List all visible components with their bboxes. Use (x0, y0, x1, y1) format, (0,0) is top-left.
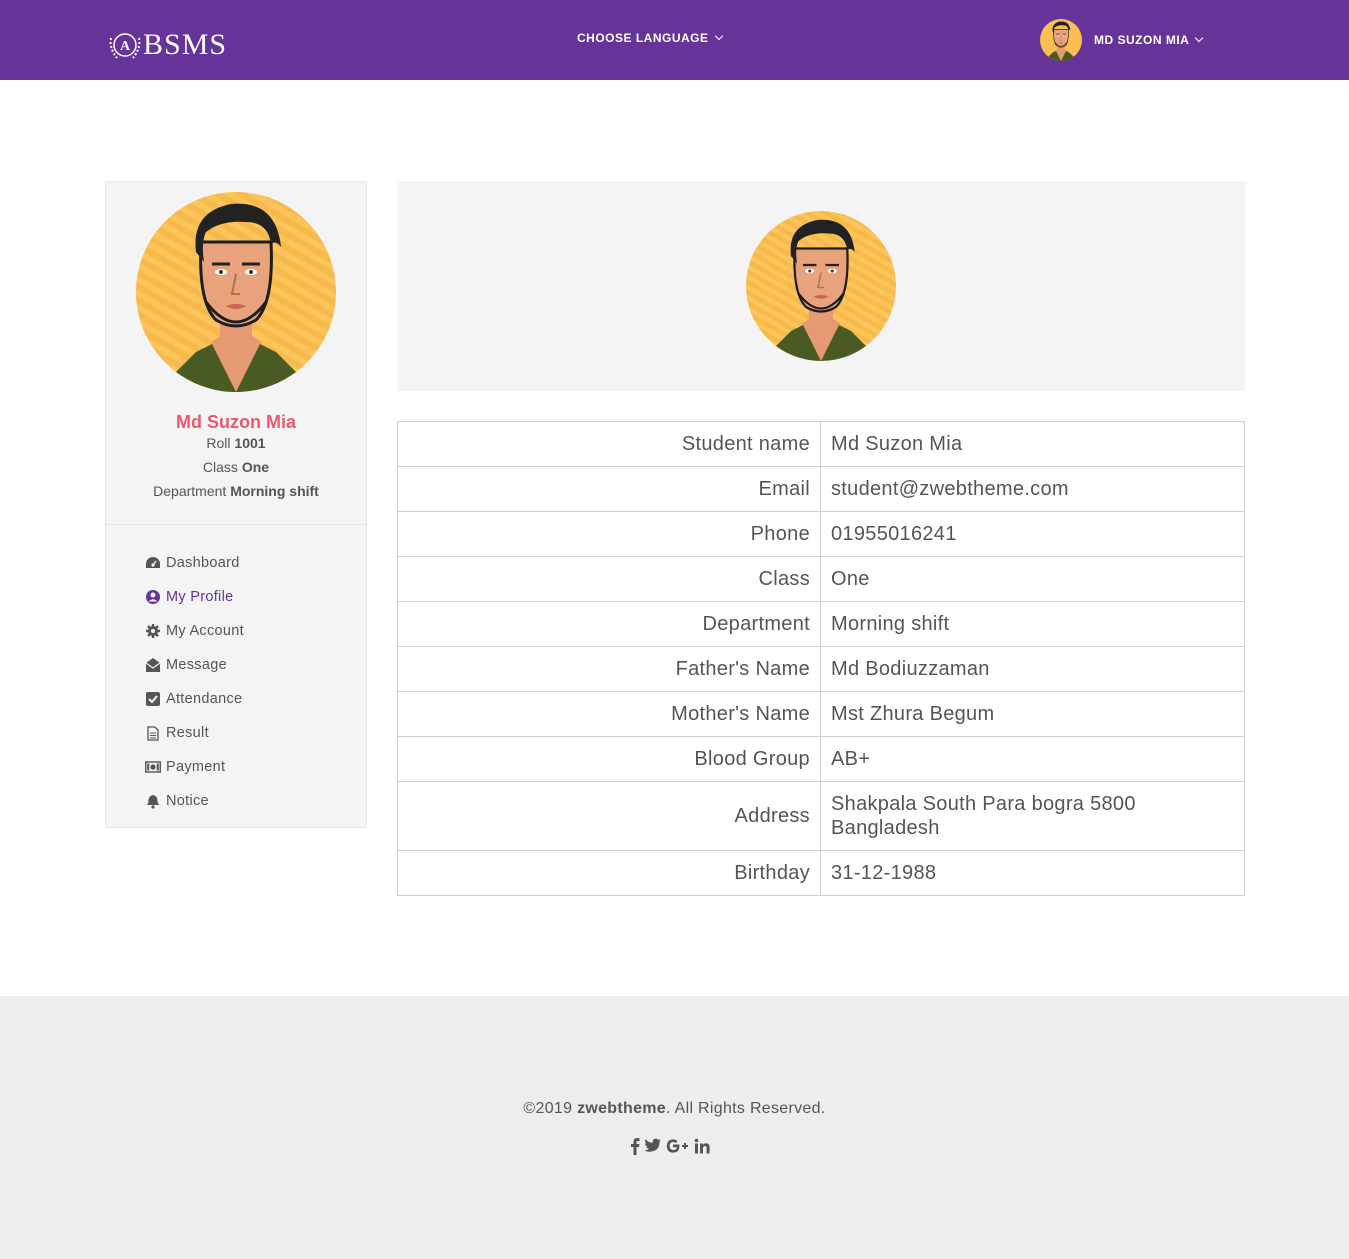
google-plus-icon[interactable] (666, 1136, 690, 1156)
field-label: Mother's Name (397, 691, 821, 737)
svg-text:A: A (120, 39, 131, 54)
field-label: Student name (397, 421, 821, 467)
sidebar-item-dashboard[interactable]: Dashboard (145, 546, 244, 580)
field-label: Birthday (397, 850, 821, 896)
field-value: Morning shift (820, 601, 1245, 647)
field-label: Father's Name (397, 646, 821, 692)
student-name: Md Suzon Mia (176, 412, 296, 432)
user-circle-icon (145, 589, 161, 605)
sidebar-avatar (136, 192, 336, 392)
avatar (1040, 19, 1082, 61)
profile-cover (397, 181, 1245, 391)
sidebar-item-payment[interactable]: Payment (145, 750, 244, 784)
logo-laurel-icon: A (107, 28, 143, 62)
field-value: One (820, 556, 1245, 602)
gear-icon (145, 623, 161, 639)
student-info-table: Student name Md Suzon Mia Email student@… (397, 421, 1245, 896)
sidebar-item-result[interactable]: Result (145, 716, 244, 750)
bell-icon (145, 793, 161, 809)
site-logo[interactable]: A BSMS (107, 28, 227, 62)
department-info: Department Morning shift (153, 483, 319, 499)
table-row: Address Shakpala South Para bogra 5800 B… (397, 781, 1245, 851)
money-icon (145, 759, 161, 775)
field-value: AB+ (820, 736, 1245, 782)
table-row: Mother's Name Mst Zhura Begum (397, 691, 1245, 737)
field-label: Address (397, 781, 821, 851)
table-row: Email student@zwebtheme.com (397, 466, 1245, 512)
field-value: 01955016241 (820, 511, 1245, 557)
table-row: Department Morning shift (397, 601, 1245, 647)
field-label: Phone (397, 511, 821, 557)
file-text-icon (145, 725, 161, 741)
sidebar-item-notice[interactable]: Notice (145, 784, 244, 818)
field-value: Md Suzon Mia (820, 421, 1245, 467)
table-row: Blood Group AB+ (397, 736, 1245, 782)
sidebar-item-message[interactable]: Message (145, 648, 244, 682)
profile-sidebar: Md Suzon Mia Roll 1001 Class One Departm… (105, 181, 367, 828)
table-row: Birthday 31-12-1988 (397, 850, 1245, 896)
chevron-down-icon (1195, 33, 1204, 43)
profile-avatar (746, 211, 896, 361)
field-label: Department (397, 601, 821, 647)
table-row: Class One (397, 556, 1245, 602)
field-value: 31-12-1988 (820, 850, 1245, 896)
envelope-open-icon (145, 657, 161, 673)
dashboard-icon (145, 555, 161, 571)
field-value: Md Bodiuzzaman (820, 646, 1245, 692)
page-footer: ©2019 zwebtheme. All Rights Reserved. (0, 996, 1349, 1259)
top-navbar: A BSMS CHOOSE LANGUAGE MD SUZON MIA (0, 0, 1349, 80)
sidebar-item-attendance[interactable]: Attendance (145, 682, 244, 716)
logo-text: BSMS (143, 28, 228, 61)
facebook-icon[interactable] (630, 1136, 640, 1156)
class-info: Class One (202, 459, 270, 475)
sidebar-item-my-account[interactable]: My Account (145, 614, 244, 648)
field-value: Mst Zhura Begum (820, 691, 1245, 737)
footer-brand-link[interactable]: zwebtheme (577, 1100, 666, 1117)
user-menu-dropdown[interactable]: MD SUZON MIA (1040, 19, 1204, 61)
field-label: Class (397, 556, 821, 602)
twitter-icon[interactable] (644, 1136, 662, 1156)
linkedin-icon[interactable] (694, 1136, 710, 1156)
field-label: Email (397, 466, 821, 512)
copyright-text: ©2019 zwebtheme. All Rights Reserved. (523, 1100, 826, 1117)
table-row: Student name Md Suzon Mia (397, 421, 1245, 467)
user-name-label: MD SUZON MIA (1094, 33, 1190, 47)
table-row: Phone 01955016241 (397, 511, 1245, 557)
sidebar-nav: Dashboard My Profile My Account Message … (145, 546, 244, 818)
table-row: Father's Name Md Bodiuzzaman (397, 646, 1245, 692)
roll-info: Roll 1001 (206, 435, 266, 451)
choose-language-label: CHOOSE LANGUAGE (577, 31, 709, 45)
field-value: student@zwebtheme.com (820, 466, 1245, 512)
chevron-down-icon (714, 31, 723, 41)
sidebar-item-my-profile[interactable]: My Profile (145, 580, 244, 614)
social-links (630, 1136, 710, 1156)
choose-language-dropdown[interactable]: CHOOSE LANGUAGE (577, 31, 723, 45)
field-label: Blood Group (397, 736, 821, 782)
field-value: Shakpala South Para bogra 5800 Banglades… (820, 781, 1245, 851)
check-square-icon (145, 691, 161, 707)
divider (106, 524, 366, 525)
